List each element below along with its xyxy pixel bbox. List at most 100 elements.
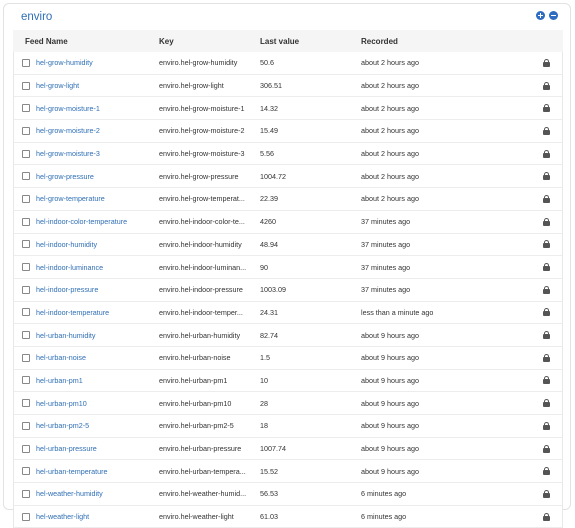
row-select-checkbox[interactable] [22, 512, 30, 521]
table-row[interactable]: hel-indoor-humidity enviro.hel-indoor-hum… [13, 233, 563, 257]
feed-name-link[interactable]: hel-weather-humidity [36, 489, 103, 498]
table-row[interactable]: hel-weather-light enviro.hel-weather-ligh… [13, 505, 563, 528]
lock-icon-body [543, 84, 550, 90]
column-header-recorded[interactable]: Recorded [361, 30, 536, 52]
column-header-feed-name[interactable]: Feed Name [13, 30, 159, 52]
row-select-checkbox[interactable] [22, 467, 30, 476]
feed-name-cell: hel-urban-humidity [13, 324, 159, 347]
table-row[interactable]: hel-weather-humidity enviro.hel-weather-h… [13, 483, 563, 506]
table-row[interactable]: hel-indoor-pressure enviro.hel-indoor-pre… [13, 278, 563, 302]
lock-cell [536, 188, 563, 211]
column-header-last-value[interactable]: Last value [260, 30, 361, 52]
lock-cell [536, 97, 563, 121]
table-row[interactable]: hel-grow-moisture-3 enviro.hel-grow-moist… [13, 142, 563, 166]
table-row[interactable]: hel-urban-pm10 enviro.hel-urban-pm10 28 abo… [13, 392, 563, 415]
table-row[interactable]: hel-indoor-color-temperature enviro.hel-i… [13, 210, 563, 234]
feed-name-link[interactable]: hel-indoor-pressure [36, 285, 98, 294]
table-row[interactable]: hel-indoor-temperature enviro.hel-indoor-… [13, 301, 563, 325]
row-select-checkbox[interactable] [22, 81, 30, 90]
feed-name-link[interactable]: hel-grow-moisture-2 [36, 126, 100, 135]
table-row[interactable]: hel-grow-light enviro.hel-grow-light 306.5… [13, 74, 563, 98]
feed-name-wrapper: hel-urban-pressure [14, 444, 159, 453]
row-select-checkbox[interactable] [22, 172, 30, 181]
feed-name-link[interactable]: hel-grow-temperature [36, 194, 105, 203]
feed-last-value: 5.56 [260, 142, 361, 166]
feed-name-link[interactable]: hel-grow-moisture-1 [36, 104, 100, 113]
lock-icon-body [543, 288, 550, 294]
lock-icon-body [543, 515, 550, 521]
row-select-checkbox[interactable] [22, 308, 30, 317]
table-row[interactable]: hel-grow-temperature enviro.hel-grow-temp… [13, 188, 563, 211]
table-row[interactable]: hel-urban-pressure enviro.hel-urban-press… [13, 437, 563, 461]
feed-name-link[interactable]: hel-grow-humidity [36, 58, 93, 67]
feed-name-link[interactable]: hel-indoor-color-temperature [36, 217, 127, 226]
table-row[interactable]: hel-urban-pm2-5 enviro.hel-urban-pm2-5 18 a… [13, 415, 563, 438]
row-select-checkbox[interactable] [22, 126, 30, 135]
table-row[interactable]: hel-grow-pressure enviro.hel-grow-pressur… [13, 165, 563, 189]
feed-key: enviro.hel-urban-pm2-5 [159, 421, 234, 431]
row-select-checkbox[interactable] [22, 421, 30, 430]
row-select-checkbox[interactable] [22, 263, 30, 272]
feed-name-link[interactable]: hel-urban-noise [36, 353, 86, 362]
feed-recorded: about 2 hours ago [361, 188, 536, 211]
lock-cell [536, 392, 563, 415]
feed-key-cell: enviro.hel-indoor-humidity [159, 233, 260, 257]
row-select-checkbox[interactable] [22, 58, 30, 67]
feed-name-link[interactable]: hel-urban-pm1 [36, 376, 83, 385]
feed-name-link[interactable]: hel-grow-pressure [36, 172, 94, 181]
feed-name-link[interactable]: hel-weather-light [36, 512, 89, 521]
row-select-checkbox[interactable] [22, 489, 30, 498]
feed-name-link[interactable]: hel-urban-pressure [36, 444, 97, 453]
row-select-checkbox[interactable] [22, 149, 30, 158]
feed-name-wrapper: hel-indoor-color-temperature [14, 217, 159, 226]
lock-cell [536, 415, 563, 438]
row-select-checkbox[interactable] [22, 399, 30, 408]
feed-name-link[interactable]: hel-grow-moisture-3 [36, 149, 100, 158]
feed-name-link[interactable]: hel-indoor-luminance [36, 263, 103, 272]
lock-icon-body [543, 220, 550, 226]
column-header-key[interactable]: Key [159, 30, 260, 52]
feed-key-cell: enviro.hel-grow-moisture-1 [159, 97, 260, 121]
feed-name-link[interactable]: hel-urban-humidity [36, 331, 96, 340]
row-select-checkbox[interactable] [22, 217, 30, 226]
feed-last-value: 10 [260, 369, 361, 393]
table-row[interactable]: hel-urban-noise enviro.hel-urban-noise 1.5… [13, 346, 563, 370]
lock-icon [543, 126, 550, 135]
feed-name-link[interactable]: hel-indoor-humidity [36, 240, 97, 249]
table-row[interactable]: hel-grow-humidity enviro.hel-grow-humidit… [13, 52, 563, 75]
feed-name-link[interactable]: hel-urban-pm10 [36, 399, 87, 408]
lock-cell [536, 74, 563, 98]
lock-icon-body [543, 152, 550, 158]
table-row[interactable]: hel-urban-pm1 enviro.hel-urban-pm1 10 about… [13, 369, 563, 393]
remove-feed-button[interactable] [549, 11, 558, 20]
feed-key-cell: enviro.hel-urban-pm10 [159, 392, 260, 415]
row-select-checkbox[interactable] [22, 104, 30, 113]
row-select-checkbox[interactable] [22, 194, 30, 203]
feed-name-link[interactable]: hel-urban-temperature [36, 467, 108, 476]
row-select-checkbox[interactable] [22, 240, 30, 249]
row-select-checkbox[interactable] [22, 285, 30, 294]
feed-name-cell: hel-grow-humidity [13, 52, 159, 75]
feed-name-link[interactable]: hel-urban-pm2-5 [36, 421, 89, 430]
table-row[interactable]: hel-indoor-luminance enviro.hel-indoor-lu… [13, 256, 563, 279]
row-select-checkbox[interactable] [22, 331, 30, 340]
table-row[interactable]: hel-urban-humidity enviro.hel-urban-humid… [13, 324, 563, 347]
lock-icon [543, 467, 550, 476]
row-select-checkbox[interactable] [22, 376, 30, 385]
lock-icon-body [543, 61, 550, 67]
lock-icon [543, 421, 550, 430]
feed-name-wrapper: hel-weather-humidity [14, 489, 159, 498]
group-title[interactable]: enviro [21, 11, 52, 23]
add-feed-button[interactable] [536, 11, 545, 20]
feed-name-cell: hel-weather-light [13, 505, 159, 528]
feed-last-value: 4260 [260, 210, 361, 234]
table-row[interactable]: hel-urban-temperature enviro.hel-urban-te… [13, 460, 563, 484]
table-row[interactable]: hel-grow-moisture-2 enviro.hel-grow-moist… [13, 120, 563, 143]
row-select-checkbox[interactable] [22, 353, 30, 362]
feed-name-link[interactable]: hel-indoor-temperature [36, 308, 109, 317]
table-row[interactable]: hel-grow-moisture-1 enviro.hel-grow-moist… [13, 97, 563, 121]
lock-icon [543, 172, 550, 181]
row-select-checkbox[interactable] [22, 444, 30, 453]
feed-name-link[interactable]: hel-grow-light [36, 81, 79, 90]
feed-last-value: 22.39 [260, 188, 361, 211]
